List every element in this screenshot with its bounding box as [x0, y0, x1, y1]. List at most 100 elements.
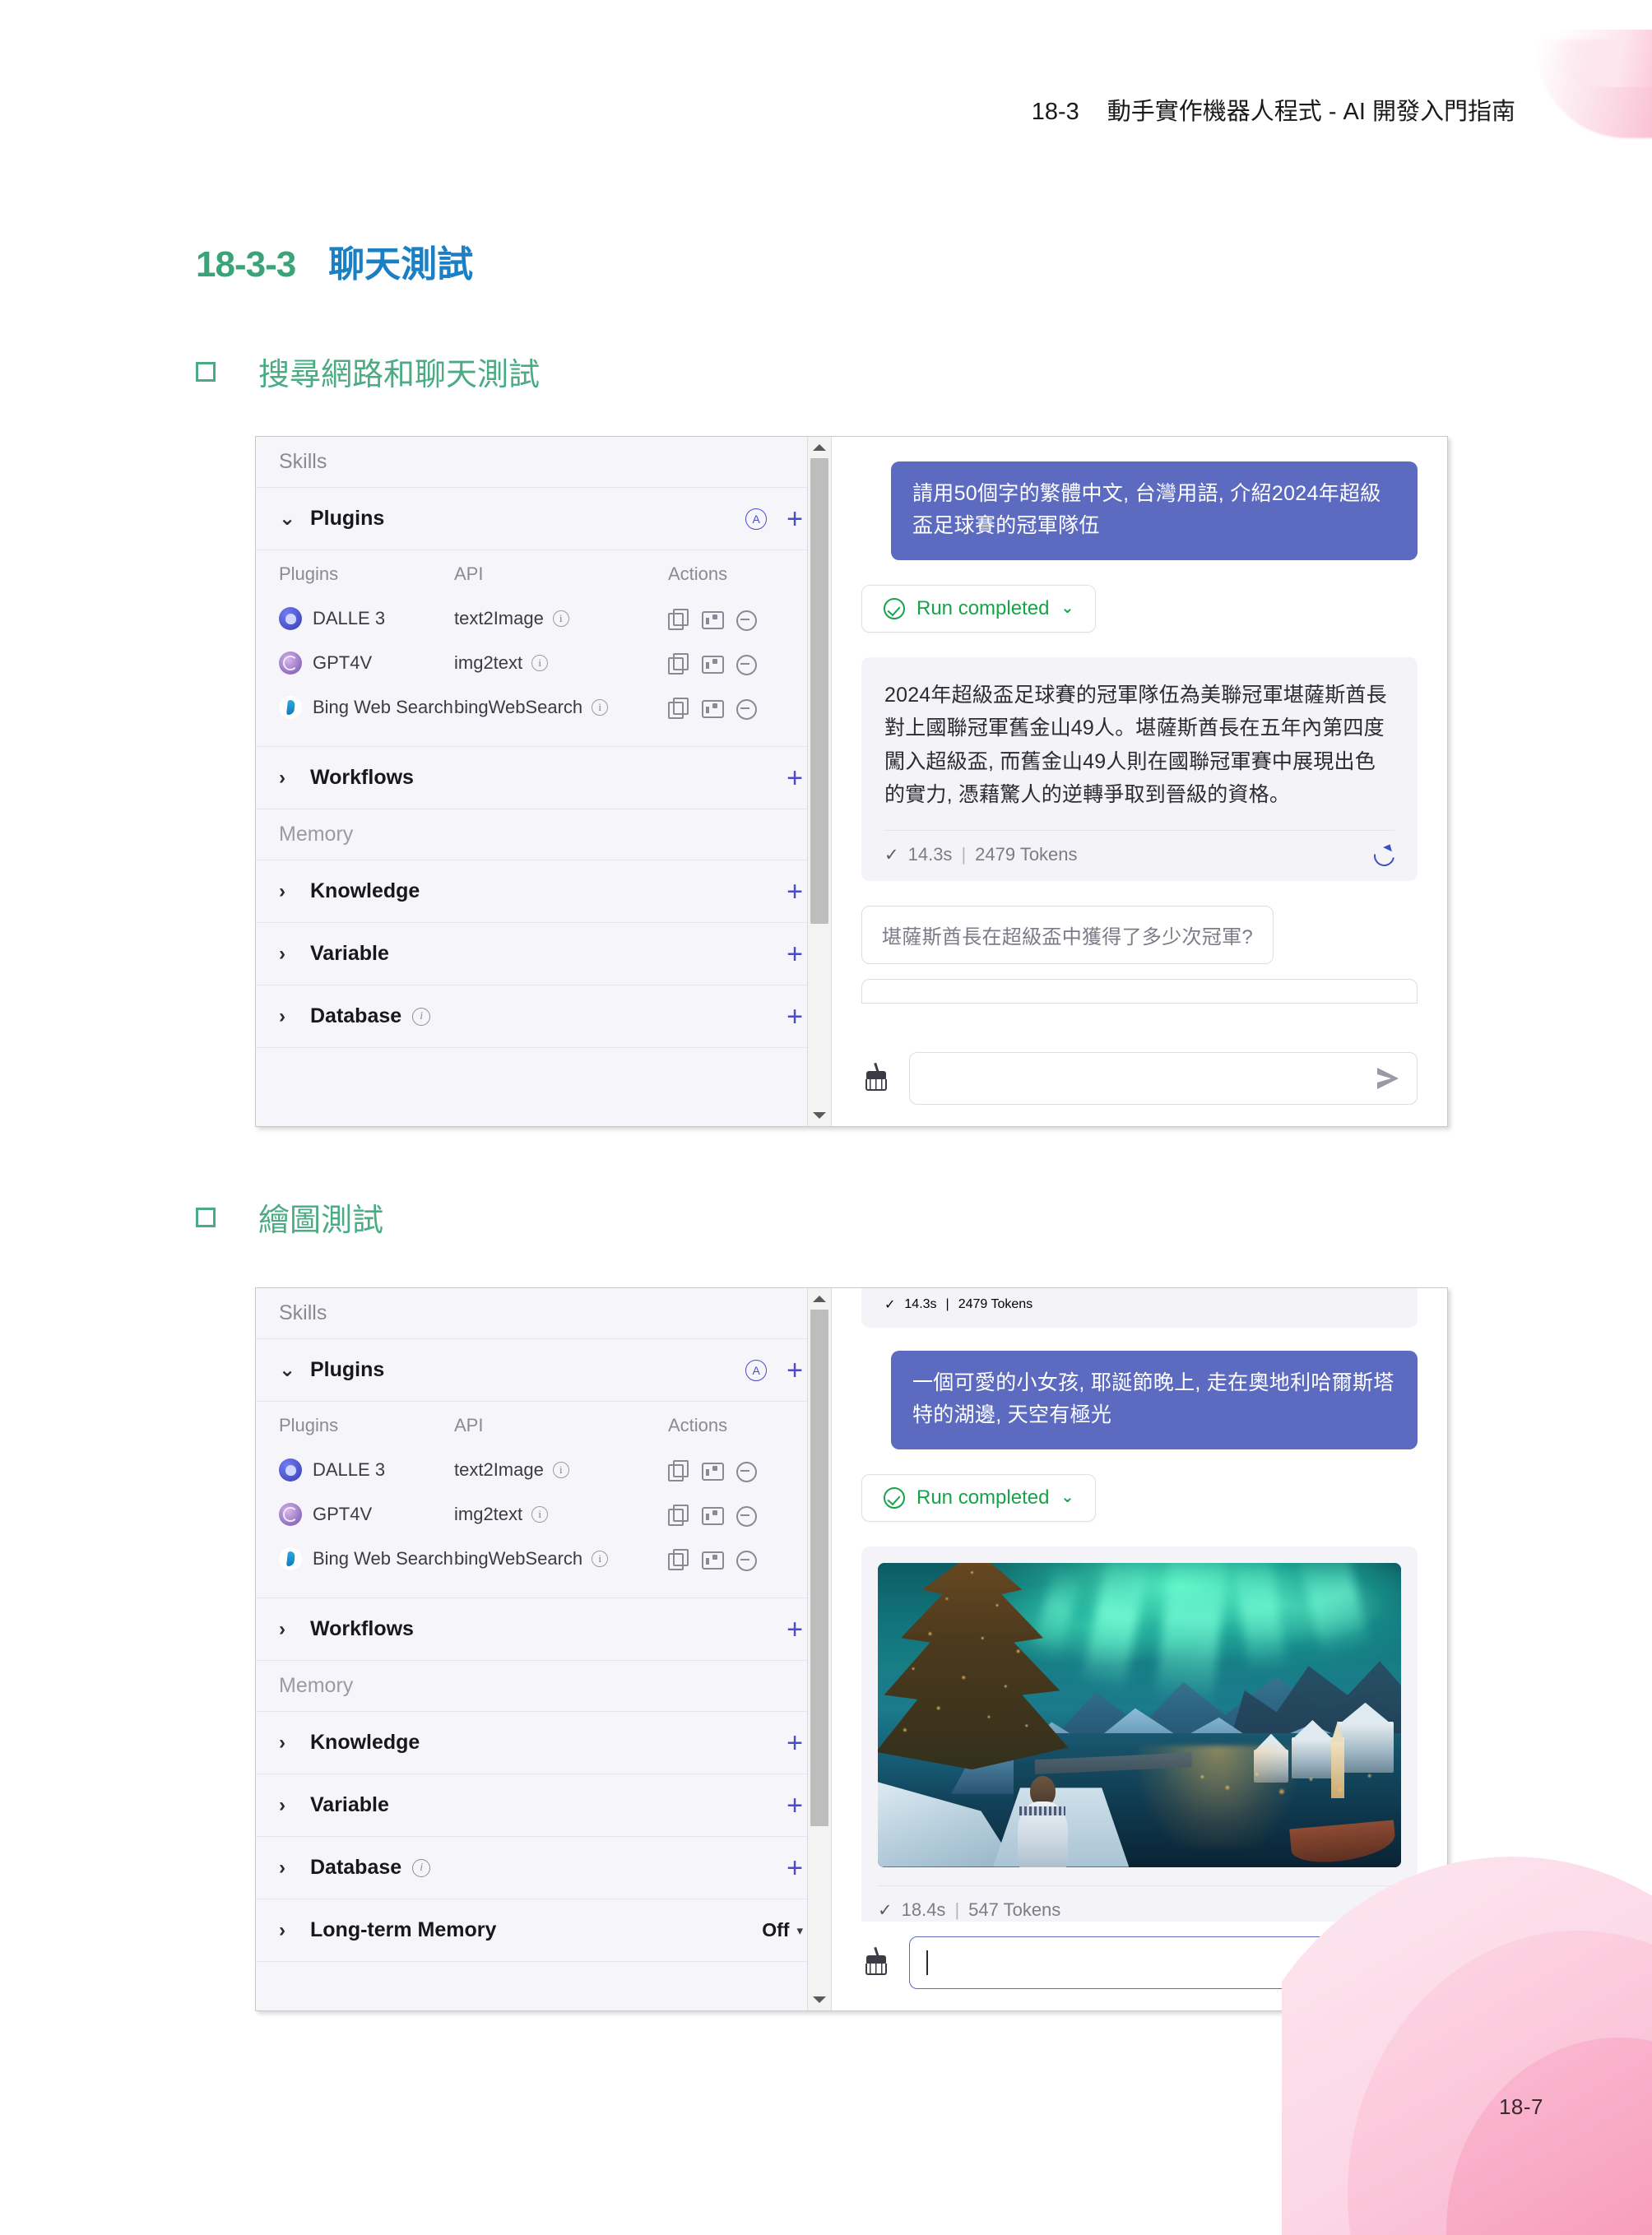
skills-scrollbar[interactable] [807, 437, 831, 1126]
scroll-up-arrow-icon[interactable] [808, 1288, 831, 1310]
copy-icon[interactable] [668, 609, 689, 630]
detail-card-icon[interactable] [702, 698, 724, 718]
add-variable-button[interactable]: + [787, 940, 803, 968]
chevron-right-icon[interactable]: › [279, 881, 300, 902]
regenerate-icon[interactable] [1379, 1899, 1401, 1922]
remove-icon[interactable] [736, 1460, 757, 1482]
info-icon[interactable]: i [592, 1551, 609, 1567]
sidebar-item-variable[interactable]: › Variable + [256, 923, 831, 985]
chevron-down-icon[interactable]: ⌄ [279, 1360, 300, 1380]
chevron-down-icon[interactable]: ⌄ [279, 508, 300, 529]
copy-icon[interactable] [668, 698, 689, 719]
scrollbar-track[interactable] [808, 1310, 831, 1989]
plugin-name: GPT4V [313, 652, 373, 673]
send-icon[interactable] [1377, 1952, 1399, 1973]
info-icon[interactable]: i [552, 610, 569, 627]
copy-icon[interactable] [668, 1505, 689, 1526]
table-row[interactable]: GPT4V img2text i [279, 641, 808, 685]
send-icon[interactable] [1377, 1068, 1399, 1089]
skills-scrollbar[interactable] [807, 1288, 831, 2010]
chat-input[interactable] [928, 1951, 1377, 1974]
add-database-button[interactable]: + [787, 1854, 803, 1882]
chevron-right-icon[interactable]: › [279, 1619, 300, 1639]
chevron-down-icon[interactable]: ⌄ [1060, 599, 1074, 618]
copy-icon[interactable] [668, 1549, 689, 1570]
table-row[interactable]: Bing Web Search bingWebSearch i [279, 1537, 808, 1581]
info-icon[interactable]: i [412, 1007, 431, 1026]
plugins-section-header[interactable]: ⌄ Plugins A + [256, 1339, 831, 1402]
scrollbar-thumb[interactable] [810, 1310, 828, 1826]
add-variable-button[interactable]: + [787, 1792, 803, 1820]
chevron-right-icon[interactable]: › [279, 944, 300, 964]
add-workflow-button[interactable]: + [787, 764, 803, 792]
suggestion-chip-partial[interactable] [861, 978, 1418, 1004]
run-status-chip[interactable]: Run completed ⌄ [861, 1473, 1097, 1522]
plugins-section-header[interactable]: ⌄ Plugins A + [256, 488, 831, 550]
add-plugin-button[interactable]: + [787, 505, 803, 533]
suggestion-chip[interactable]: 堪薩斯酋長在超級盃中獲得了多少次冠軍? [861, 905, 1274, 964]
chat-panel-search: 請用50個字的繁體中文, 台灣用語, 介紹2024年超級盃足球賽的冠軍隊伍 Ru… [832, 437, 1447, 1126]
plugin-name: DALLE 3 [313, 608, 386, 628]
regenerate-icon[interactable] [1372, 844, 1394, 866]
add-knowledge-button[interactable]: + [787, 1729, 803, 1757]
table-row[interactable]: GPT4V img2text i [279, 1492, 808, 1537]
long-term-memory-value[interactable]: Off [762, 1919, 789, 1941]
chevron-down-icon[interactable]: ⌄ [1060, 1488, 1074, 1507]
sidebar-item-long-term-memory[interactable]: › Long-term Memory Off ▾ [256, 1899, 831, 1962]
detail-card-icon[interactable] [702, 609, 724, 629]
table-row[interactable]: DALLE 3 text2Image i [279, 596, 808, 641]
detail-card-icon[interactable] [702, 1460, 724, 1481]
chevron-right-icon[interactable]: › [279, 1920, 300, 1941]
info-icon[interactable]: i [531, 1506, 549, 1523]
clear-broom-icon[interactable] [861, 1946, 891, 1978]
clear-broom-icon[interactable] [861, 1062, 891, 1094]
chevron-down-icon[interactable]: ▾ [796, 1923, 803, 1938]
generated-image[interactable] [878, 1562, 1401, 1867]
remove-icon[interactable] [736, 609, 757, 631]
add-plugin-button[interactable]: + [787, 1356, 803, 1384]
scroll-down-arrow-icon[interactable] [808, 1105, 831, 1126]
sidebar-item-variable[interactable]: › Variable + [256, 1774, 831, 1837]
info-icon[interactable]: i [531, 655, 549, 671]
chevron-right-icon[interactable]: › [279, 767, 300, 788]
detail-card-icon[interactable] [702, 653, 724, 674]
sidebar-item-workflows[interactable]: › Workflows + [256, 1598, 831, 1661]
chevron-right-icon[interactable]: › [279, 1857, 300, 1878]
chat-input-wrapper[interactable] [909, 1052, 1418, 1105]
sidebar-item-database[interactable]: › Database i + [256, 1837, 831, 1899]
plugins-table: Plugins API Actions DALLE 3 text2Image i… [279, 1402, 808, 1581]
sidebar-item-workflows[interactable]: › Workflows + [256, 747, 831, 809]
scrollbar-track[interactable] [808, 458, 831, 1105]
info-icon[interactable]: i [552, 1462, 569, 1478]
auto-badge-icon[interactable]: A [745, 508, 768, 530]
remove-icon[interactable] [736, 653, 757, 675]
info-icon[interactable]: i [412, 1858, 431, 1877]
scroll-up-arrow-icon[interactable] [808, 437, 831, 458]
plugins-section-label: Plugins [310, 507, 385, 530]
sidebar-item-knowledge[interactable]: › Knowledge + [256, 860, 831, 923]
add-knowledge-button[interactable]: + [787, 878, 803, 906]
sidebar-item-knowledge[interactable]: › Knowledge + [256, 1712, 831, 1774]
scrollbar-thumb[interactable] [810, 458, 828, 924]
chat-input[interactable] [926, 1067, 1377, 1090]
copy-icon[interactable] [668, 1460, 689, 1481]
chevron-right-icon[interactable]: › [279, 1006, 300, 1027]
remove-icon[interactable] [736, 1505, 757, 1527]
chevron-right-icon[interactable]: › [279, 1795, 300, 1815]
scroll-down-arrow-icon[interactable] [808, 1989, 831, 2010]
auto-badge-icon[interactable]: A [745, 1359, 768, 1381]
table-row[interactable]: Bing Web Search bingWebSearch i [279, 685, 808, 730]
info-icon[interactable]: i [592, 699, 609, 716]
detail-card-icon[interactable] [702, 1505, 724, 1525]
copy-icon[interactable] [668, 653, 689, 675]
remove-icon[interactable] [736, 1549, 757, 1571]
add-database-button[interactable]: + [787, 1003, 803, 1031]
sidebar-item-database[interactable]: › Database i + [256, 985, 831, 1048]
chat-input-wrapper[interactable] [909, 1936, 1418, 1989]
add-workflow-button[interactable]: + [787, 1616, 803, 1644]
detail-card-icon[interactable] [702, 1549, 724, 1570]
table-row[interactable]: DALLE 3 text2Image i [279, 1448, 808, 1492]
run-status-chip[interactable]: Run completed ⌄ [861, 584, 1097, 633]
chevron-right-icon[interactable]: › [279, 1732, 300, 1753]
remove-icon[interactable] [736, 698, 757, 720]
